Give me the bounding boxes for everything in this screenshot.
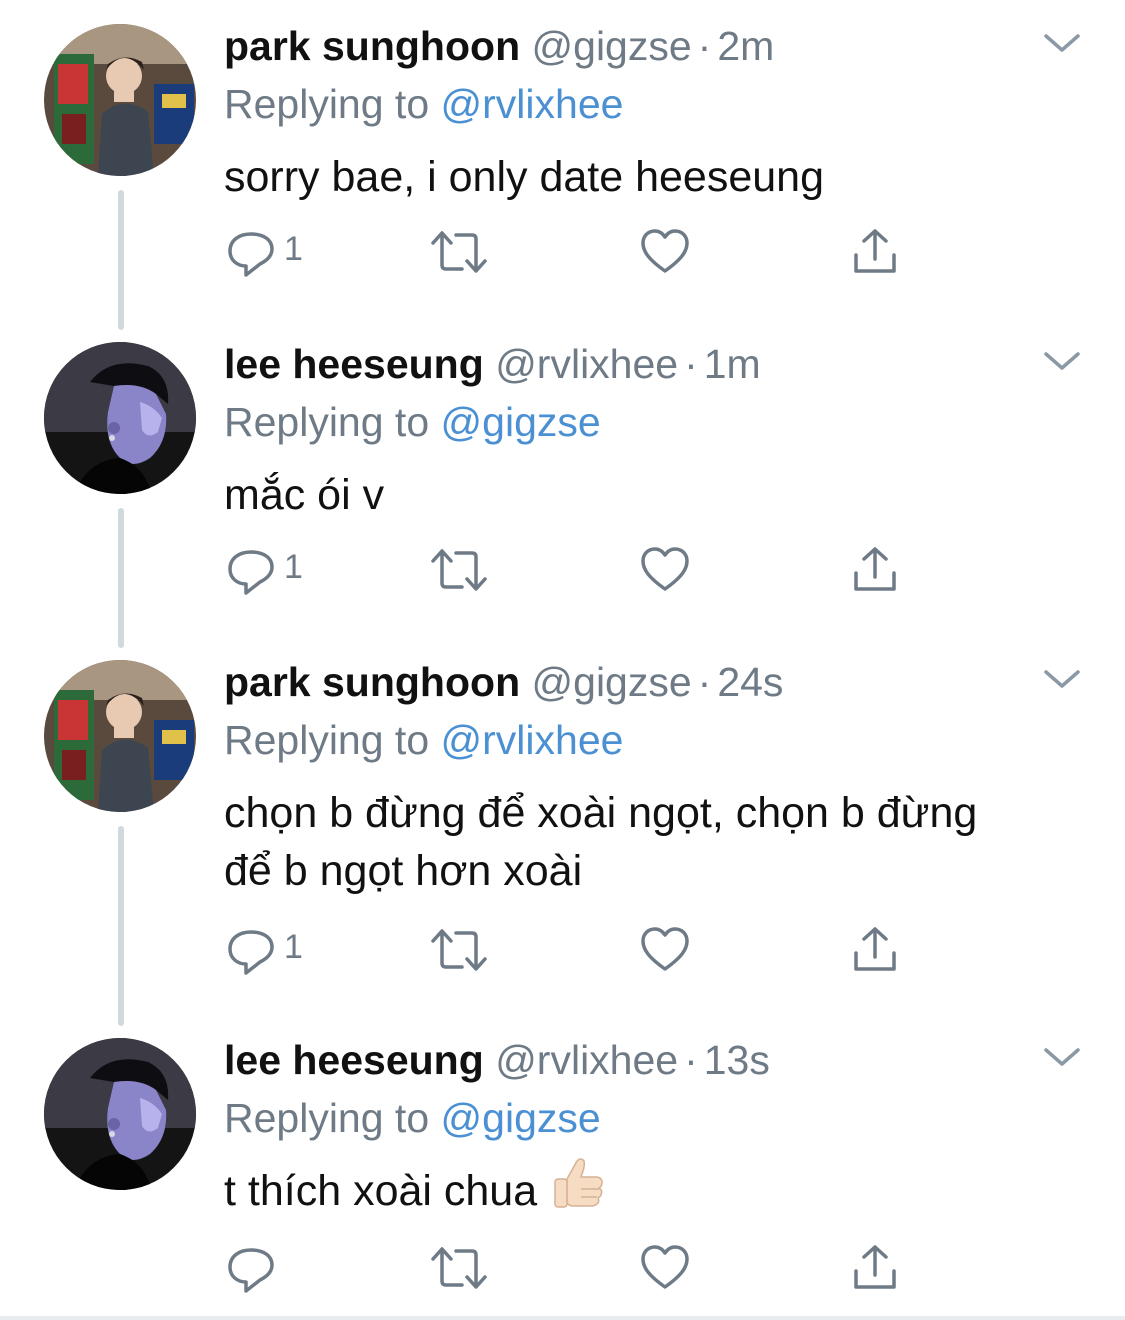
tweet-text-line: mắc ói v bbox=[224, 471, 385, 519]
heart-icon bbox=[641, 1245, 689, 1289]
replying-to-label: Replying to bbox=[224, 1095, 430, 1141]
tweet-text-line: t thích xoài chua bbox=[224, 1158, 607, 1224]
tweet-text-line: để b ngọt hơn xoài bbox=[224, 847, 583, 895]
retweet-button[interactable] bbox=[428, 222, 490, 282]
tweet-text-line: sorry bae, i only date heeseung bbox=[224, 153, 825, 201]
retweet-icon bbox=[431, 1247, 487, 1289]
user-handle[interactable]: @gigzse bbox=[532, 23, 692, 69]
user-handle[interactable]: @gigzse bbox=[532, 659, 692, 705]
display-name[interactable]: lee heeseung bbox=[224, 1037, 484, 1083]
retweet-button[interactable] bbox=[428, 540, 490, 600]
reply-button[interactable]: 1 bbox=[224, 920, 303, 980]
tweet-header: park sunghoon @gigzse · 24s bbox=[224, 658, 783, 706]
separator-dot: · bbox=[684, 341, 698, 387]
share-icon bbox=[854, 229, 896, 273]
tweet-options-chevron-down-icon[interactable] bbox=[1040, 662, 1084, 698]
tweet-text-line: chọn b đừng để xoài ngọt, chọn b đừng bbox=[224, 789, 978, 837]
timestamp[interactable]: 24s bbox=[717, 659, 783, 705]
retweet-button[interactable] bbox=[428, 920, 490, 980]
retweet-icon bbox=[431, 231, 487, 273]
display-name[interactable]: lee heeseung bbox=[224, 341, 484, 387]
retweet-button[interactable] bbox=[428, 1238, 490, 1298]
reply-icon bbox=[228, 232, 274, 277]
reply-button[interactable] bbox=[224, 1238, 284, 1298]
tweet-actions: 1 bbox=[224, 920, 924, 980]
tweet-options-chevron-down-icon[interactable] bbox=[1040, 344, 1084, 380]
reply-count: 1 bbox=[284, 547, 303, 586]
tweet-options-chevron-down-icon[interactable] bbox=[1040, 1040, 1084, 1076]
replying-to-label: Replying to bbox=[224, 717, 430, 763]
avatar[interactable] bbox=[44, 342, 196, 494]
reply-to-handle-link[interactable]: @gigzse bbox=[441, 1095, 601, 1141]
thread-connector bbox=[118, 826, 124, 1026]
share-button[interactable] bbox=[848, 222, 902, 282]
user-handle[interactable]: @rvlixhee bbox=[495, 1037, 678, 1083]
tweet-actions: 1 bbox=[224, 540, 924, 600]
share-icon bbox=[854, 927, 896, 971]
reply-button[interactable]: 1 bbox=[224, 540, 303, 600]
like-button[interactable] bbox=[638, 920, 692, 980]
replying-to-label: Replying to bbox=[224, 399, 430, 445]
tweet-options-chevron-down-icon[interactable] bbox=[1040, 26, 1084, 62]
tweet[interactable]: lee heeseung @rvlixhee · 1m Replying to @g… bbox=[0, 318, 1125, 648]
heart-icon bbox=[641, 229, 689, 273]
share-icon bbox=[854, 547, 896, 591]
reply-to-handle-link[interactable]: @rvlixhee bbox=[441, 81, 624, 127]
tweet-header: park sunghoon @gigzse · 2m bbox=[224, 22, 774, 70]
timestamp[interactable]: 2m bbox=[717, 23, 774, 69]
reply-thread: park sunghoon @gigzse · 2m Replying to @rv… bbox=[0, 0, 1125, 1320]
tweet[interactable]: park sunghoon @gigzse · 24s Replying to @r… bbox=[0, 636, 1125, 1028]
share-button[interactable] bbox=[848, 920, 902, 980]
avatar[interactable] bbox=[44, 1038, 196, 1190]
reply-icon bbox=[228, 930, 274, 975]
display-name[interactable]: park sunghoon bbox=[224, 23, 520, 69]
tweet-actions: 1 bbox=[224, 222, 924, 282]
like-button[interactable] bbox=[638, 222, 692, 282]
share-icon bbox=[854, 1245, 896, 1289]
retweet-icon bbox=[431, 929, 487, 971]
share-button[interactable] bbox=[848, 540, 902, 600]
timestamp[interactable]: 1m bbox=[704, 341, 761, 387]
tweet-text: sorry bae, i only date heeseung bbox=[224, 148, 824, 206]
replying-to: Replying to @gigzse bbox=[224, 398, 601, 446]
replying-to: Replying to @rvlixhee bbox=[224, 80, 623, 128]
separator-dot: · bbox=[697, 23, 712, 69]
replying-to: Replying to @gigzse bbox=[224, 1094, 601, 1142]
thread-connector bbox=[118, 190, 124, 330]
display-name[interactable]: park sunghoon bbox=[224, 659, 520, 705]
tweet-actions bbox=[224, 1238, 924, 1298]
retweet-icon bbox=[431, 549, 487, 591]
thread-connector bbox=[118, 508, 124, 648]
divider bbox=[0, 1316, 1125, 1320]
reply-count: 1 bbox=[284, 927, 303, 966]
like-button[interactable] bbox=[638, 1238, 692, 1298]
thumbs-up-icon bbox=[551, 1153, 607, 1224]
tweet-header: lee heeseung @rvlixhee · 1m bbox=[224, 340, 761, 388]
share-button[interactable] bbox=[848, 1238, 902, 1298]
tweet-text: mắc ói v bbox=[224, 466, 384, 524]
heart-icon bbox=[641, 547, 689, 591]
tweet[interactable]: park sunghoon @gigzse · 2m Replying to @rv… bbox=[0, 0, 1125, 330]
replying-to-label: Replying to bbox=[224, 81, 430, 127]
reply-icon bbox=[228, 550, 274, 595]
reply-to-handle-link[interactable]: @gigzse bbox=[441, 399, 601, 445]
separator-dot: · bbox=[684, 1037, 698, 1083]
replying-to: Replying to @rvlixhee bbox=[224, 716, 623, 764]
separator-dot: · bbox=[697, 659, 712, 705]
reply-to-handle-link[interactable]: @rvlixhee bbox=[441, 717, 624, 763]
timestamp[interactable]: 13s bbox=[704, 1037, 770, 1083]
tweet-text: chọn b đừng để xoài ngọt, chọn b đừng để… bbox=[224, 784, 977, 900]
like-button[interactable] bbox=[638, 540, 692, 600]
avatar[interactable] bbox=[44, 24, 196, 176]
tweet-header: lee heeseung @rvlixhee · 13s bbox=[224, 1036, 770, 1084]
reply-button[interactable]: 1 bbox=[224, 222, 303, 282]
reply-icon bbox=[228, 1248, 274, 1293]
reply-count: 1 bbox=[284, 229, 303, 268]
avatar[interactable] bbox=[44, 660, 196, 812]
tweet-text: t thích xoài chua bbox=[224, 1158, 607, 1224]
user-handle[interactable]: @rvlixhee bbox=[495, 341, 678, 387]
tweet-text-content: t thích xoài chua bbox=[224, 1167, 538, 1215]
tweet[interactable]: lee heeseung @rvlixhee · 13s Replying to @… bbox=[0, 1014, 1125, 1314]
heart-icon bbox=[641, 927, 689, 971]
